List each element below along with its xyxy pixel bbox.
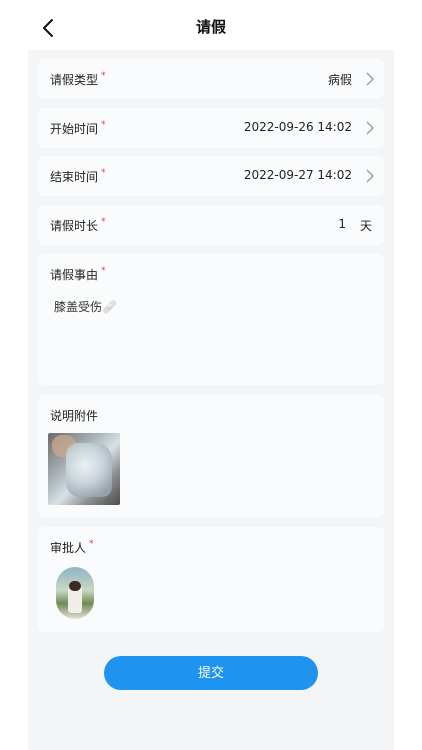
required-mark: * — [101, 168, 106, 178]
start-time-row[interactable]: 开始时间 * 2022-09-26 14:02 — [38, 108, 384, 148]
end-time-value: 2022-09-27 14:02 — [243, 168, 352, 182]
required-mark: * — [101, 71, 106, 81]
duration-row: 请假时长 * 1 天 — [38, 205, 384, 245]
attachment-label: 说明附件 — [50, 409, 99, 423]
leave-type-label: 请假类型 — [50, 73, 99, 87]
duration-label-wrap: 请假时长 * — [50, 217, 106, 234]
leave-type-value: 病假 — [327, 73, 352, 87]
required-mark: * — [89, 539, 94, 549]
reason-card: 请假事由 * 膝盖受伤🩹 — [38, 254, 384, 385]
duration-value[interactable]: 1 — [338, 217, 346, 231]
required-mark: * — [101, 120, 106, 130]
chevron-right-icon — [366, 121, 374, 135]
start-time-label-wrap: 开始时间 * — [50, 120, 106, 137]
end-time-label: 结束时间 — [50, 170, 99, 184]
form-container: 请假类型 * 病假 开始时间 * 2022-09-26 14:02 结束时间 * 20… — [28, 50, 394, 750]
end-time-row[interactable]: 结束时间 * 2022-09-27 14:02 — [38, 156, 384, 196]
approver-label: 审批人 — [50, 541, 87, 555]
attachment-card: 说明附件 — [38, 395, 384, 517]
approver-avatar[interactable] — [56, 567, 94, 619]
reason-label: 请假事由 — [50, 268, 99, 282]
leave-type-label-wrap: 请假类型 * — [50, 71, 106, 88]
required-mark: * — [101, 266, 106, 276]
nav-bar: 请假 — [0, 0, 422, 50]
avatar-hair — [69, 581, 81, 591]
photo-ice-bag — [66, 443, 112, 497]
approver-card: 审批人 * — [38, 527, 384, 632]
duration-label: 请假时长 — [50, 219, 99, 233]
start-time-label: 开始时间 — [50, 122, 99, 136]
end-time-label-wrap: 结束时间 * — [50, 168, 106, 185]
submit-button[interactable]: 提交 — [104, 656, 318, 690]
reason-textarea[interactable]: 膝盖受伤🩹 — [54, 298, 117, 315]
attachment-thumbnail[interactable] — [48, 433, 120, 505]
start-time-value: 2022-09-26 14:02 — [243, 120, 352, 134]
approver-label-wrap: 审批人 * — [50, 539, 94, 556]
chevron-right-icon — [366, 169, 374, 183]
page-title: 请假 — [195, 18, 226, 36]
chevron-right-icon — [366, 72, 374, 86]
leave-type-row[interactable]: 请假类型 * 病假 — [38, 59, 384, 99]
required-mark: * — [101, 217, 106, 227]
duration-unit: 天 — [359, 219, 372, 233]
reason-label-wrap: 请假事由 * — [50, 266, 106, 283]
